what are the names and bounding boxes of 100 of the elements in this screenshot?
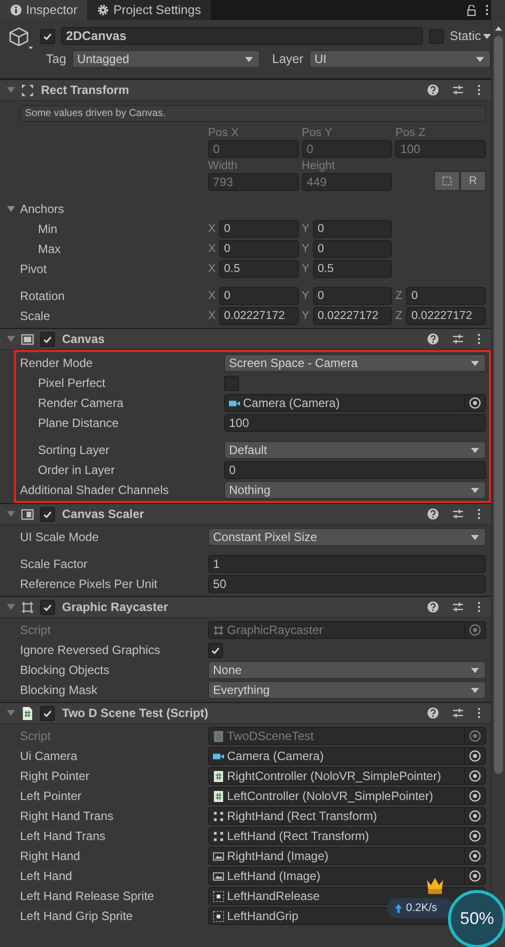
help-icon[interactable] — [427, 508, 439, 520]
more-icon[interactable] — [485, 4, 489, 16]
checkbox[interactable] — [224, 376, 239, 390]
number-field[interactable]: 1 — [208, 555, 486, 573]
foldout-icon[interactable] — [7, 709, 15, 717]
presets-icon[interactable] — [452, 601, 464, 613]
more-icon[interactable] — [477, 84, 481, 96]
property-label: Script — [20, 623, 51, 637]
enabled-checkbox[interactable] — [40, 506, 55, 522]
more-icon[interactable] — [477, 601, 481, 613]
property-label: Order in Layer — [38, 463, 115, 477]
scroll-thumb[interactable] — [494, 36, 503, 774]
object-field[interactable]: RightController (NoloVR_SimplePointer) — [208, 767, 486, 785]
property-label: Scale — [20, 309, 50, 323]
component-header[interactable]: Canvas — [0, 329, 491, 350]
tab[interactable]: Inspector — [0, 0, 88, 20]
dropdown[interactable]: Constant Pixel Size — [208, 528, 486, 546]
checkmark-icon — [42, 334, 53, 344]
component-title: Graphic Raycaster — [62, 600, 170, 614]
number-field[interactable]: 0 — [219, 220, 299, 238]
axis-label: X — [208, 310, 217, 322]
cube-icon[interactable] — [8, 26, 34, 52]
number-field[interactable]: 0.02227172 — [219, 307, 299, 325]
crown-icon — [425, 877, 445, 895]
object-field[interactable]: RightHand (Image) — [208, 847, 486, 865]
component-header[interactable]: Two D Scene Test (Script) — [0, 703, 491, 724]
number-field[interactable]: 50 — [208, 575, 486, 593]
component-header[interactable]: Canvas Scaler — [0, 504, 491, 525]
number-field[interactable]: 0.5 — [219, 260, 299, 278]
object-field[interactable]: LeftController (NoloVR_SimplePointer) — [208, 787, 486, 805]
number-field[interactable]: 0 — [312, 287, 392, 305]
component-header[interactable]: Graphic Raycaster — [0, 597, 491, 618]
dropdown[interactable]: Screen Space - Camera — [224, 354, 486, 372]
more-icon[interactable] — [477, 333, 481, 345]
enabled-checkbox[interactable] — [40, 332, 55, 346]
static-dropdown[interactable]: Static — [450, 29, 491, 43]
property-label: Render Mode — [20, 356, 93, 370]
presets-icon[interactable] — [452, 333, 464, 345]
help-icon[interactable] — [427, 601, 439, 613]
axis-label: Z — [395, 290, 404, 302]
component-title: Two D Scene Test (Script) — [62, 706, 210, 720]
help-icon[interactable] — [427, 84, 439, 96]
help-icon[interactable] — [427, 333, 439, 345]
axis-label: Y — [302, 223, 310, 235]
foldout-icon[interactable] — [7, 205, 15, 213]
scroll-up-icon[interactable] — [495, 26, 502, 31]
foldout-icon[interactable] — [7, 86, 15, 94]
property-label: UI Scale Mode — [20, 530, 99, 544]
object-field[interactable]: RightHand (Rect Transform) — [208, 807, 486, 825]
number-field[interactable]: 0 — [219, 287, 299, 305]
tag-dropdown[interactable]: Untagged — [72, 50, 260, 68]
dropdown[interactable]: Default — [224, 441, 486, 459]
component-title: Canvas — [62, 332, 106, 346]
property-label: Blocking Objects — [20, 663, 110, 677]
dropdown[interactable]: None — [208, 661, 486, 679]
object-field[interactable]: LeftHand (Rect Transform) — [208, 827, 486, 845]
name-field[interactable]: 2DCanvas — [61, 27, 423, 45]
presets-icon[interactable] — [452, 84, 464, 96]
tab[interactable]: Project Settings — [87, 0, 211, 20]
number-field[interactable]: 0.02227172 — [406, 307, 486, 325]
number-field[interactable]: 0.02227172 — [312, 307, 392, 325]
component-header[interactable]: Rect Transform — [0, 80, 491, 101]
enabled-checkbox[interactable] — [40, 706, 55, 720]
number-field[interactable]: 0 — [406, 287, 486, 305]
number-field[interactable]: 0 — [312, 220, 392, 238]
static-checkbox[interactable] — [428, 28, 444, 44]
object-field[interactable]: LeftHand (Image) — [208, 867, 486, 885]
help-icon[interactable] — [427, 707, 439, 719]
script-icon — [21, 706, 34, 720]
foldout-icon[interactable] — [7, 510, 15, 518]
checkmark-icon — [42, 708, 53, 718]
number-field[interactable]: 0.5 — [312, 260, 392, 278]
dropdown[interactable]: Everything — [208, 681, 486, 699]
property-label: Render Camera — [38, 396, 124, 410]
more-icon[interactable] — [477, 707, 481, 719]
presets-icon[interactable] — [452, 707, 464, 719]
number-field[interactable]: 0 — [224, 461, 486, 479]
number-field[interactable]: 100 — [224, 414, 486, 432]
enabled-checkbox[interactable] — [40, 600, 55, 614]
layer-dropdown[interactable]: UI — [309, 50, 491, 68]
object-field[interactable]: Camera (Camera) — [208, 747, 486, 765]
image-icon — [213, 850, 224, 862]
lock-icon[interactable] — [467, 4, 476, 16]
active-checkbox[interactable] — [40, 28, 55, 44]
number-field[interactable]: 0 — [312, 240, 392, 258]
more-icon[interactable] — [477, 508, 481, 520]
foldout-icon[interactable] — [7, 603, 15, 611]
checkbox[interactable] — [208, 642, 223, 658]
dropdown[interactable]: Nothing — [224, 481, 486, 499]
sprite-icon — [213, 890, 224, 902]
foldout-icon[interactable] — [7, 335, 15, 343]
checkmark-icon — [42, 602, 53, 612]
number-field[interactable]: 0 — [219, 240, 299, 258]
property-label: Right Hand — [20, 849, 80, 863]
object-field[interactable]: Camera (Camera) — [224, 394, 486, 412]
blueprint-mode-button[interactable] — [434, 171, 460, 191]
property-label: Left Pointer — [20, 789, 82, 803]
property-label: Right Pointer — [20, 769, 90, 783]
presets-icon[interactable] — [452, 508, 464, 520]
field-caption: Height — [302, 160, 336, 172]
